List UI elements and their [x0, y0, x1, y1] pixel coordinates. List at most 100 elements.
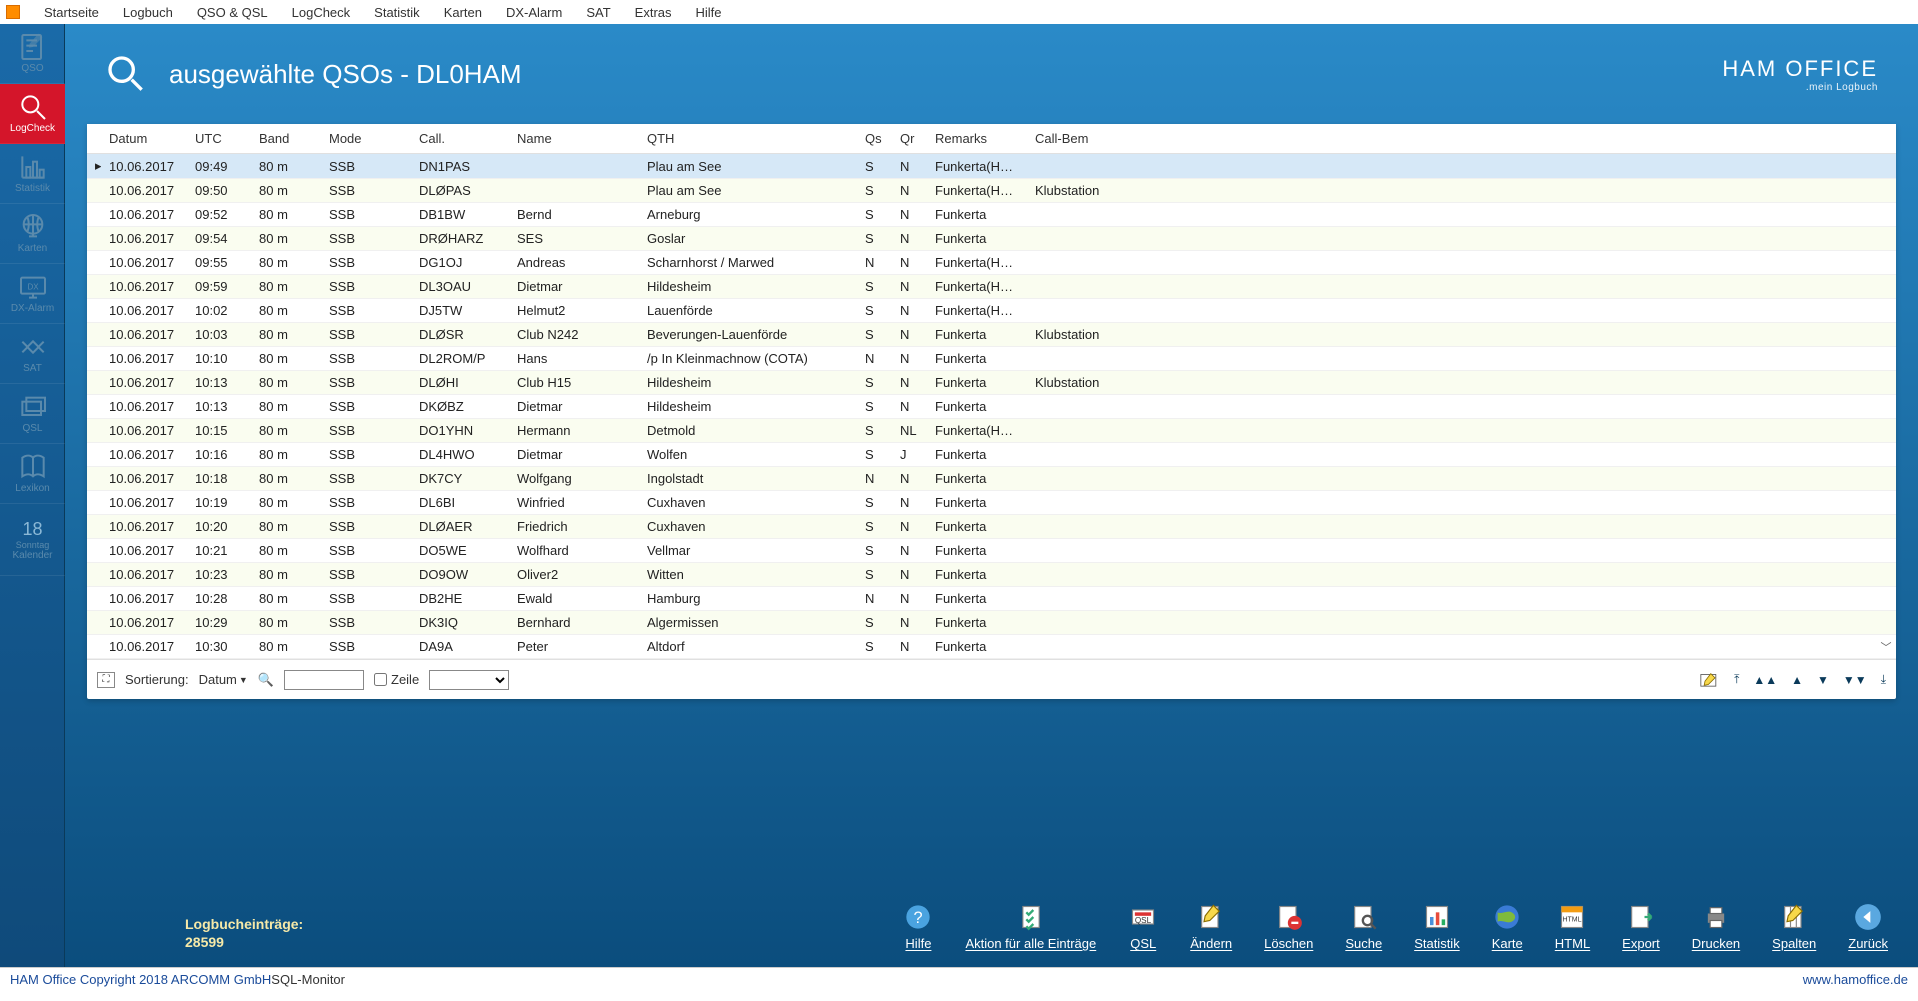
- sidebar-item-dxalarm[interactable]: DX DX-Alarm: [0, 264, 65, 324]
- table-row[interactable]: 10.06.201710:2380 mSSBDO9OWOliver2Witten…: [87, 563, 1896, 587]
- col-header[interactable]: UTC: [187, 124, 251, 154]
- action-icon: [1626, 902, 1656, 932]
- sidebar-item-qsl[interactable]: QSL: [0, 384, 65, 444]
- zeile-checkbox[interactable]: [374, 673, 387, 686]
- table-row[interactable]: 10.06.201710:0280 mSSBDJ5TWHelmut2Lauenf…: [87, 299, 1896, 323]
- col-header[interactable]: Call.: [411, 124, 509, 154]
- col-header[interactable]: Name: [509, 124, 639, 154]
- action-aktion-f-r-alle-eintr-ge[interactable]: Aktion für alle Einträge: [965, 902, 1096, 951]
- expand-button[interactable]: ⛶: [97, 672, 115, 688]
- sql-monitor[interactable]: SQL-Monitor: [271, 972, 345, 987]
- scroll-down-icon[interactable]: ﹀: [1878, 639, 1894, 655]
- sidebar-item-sat[interactable]: SAT: [0, 324, 65, 384]
- action-karte[interactable]: Karte: [1492, 902, 1523, 951]
- nav-pagedown-icon[interactable]: ▼▼: [1843, 673, 1867, 687]
- table-row[interactable]: 10.06.201710:0380 mSSBDLØSRClub N242Beve…: [87, 323, 1896, 347]
- col-header[interactable]: Qr: [892, 124, 927, 154]
- table-row[interactable]: 10.06.201710:2180 mSSBDO5WEWolfhardVellm…: [87, 539, 1896, 563]
- table-row[interactable]: 10.06.201710:3080 mSSBDA9APeterAltdorfSN…: [87, 635, 1896, 659]
- action-icon: [1701, 902, 1731, 932]
- edit-note-icon[interactable]: [1700, 672, 1720, 688]
- menu-item[interactable]: Startseite: [44, 5, 99, 20]
- table-row[interactable]: 10.06.201709:5080 mSSBDLØPASPlau am SeeS…: [87, 179, 1896, 203]
- sidebar-item-kalender[interactable]: 18 Sonntag Kalender: [0, 504, 65, 576]
- menu-item[interactable]: Extras: [635, 5, 672, 20]
- table-row[interactable]: 10.06.201710:1380 mSSBDKØBZDietmarHildes…: [87, 395, 1896, 419]
- sidebar-item-qso[interactable]: QSO: [0, 24, 65, 84]
- action-icon: [1853, 902, 1883, 932]
- sidebar-item-karten[interactable]: Karten: [0, 204, 65, 264]
- col-header[interactable]: Mode: [321, 124, 411, 154]
- qso-table: DatumUTCBandModeCall.NameQTHQsQrRemarksC…: [87, 124, 1896, 659]
- page-title: ausgewählte QSOs - DL0HAM: [169, 59, 522, 90]
- col-header[interactable]: Qs: [857, 124, 892, 154]
- svg-text:?: ?: [914, 909, 923, 927]
- table-row[interactable]: 10.06.201709:5280 mSSBDB1BWBerndArneburg…: [87, 203, 1896, 227]
- action-html[interactable]: HTMLHTML: [1555, 902, 1590, 951]
- home-icon[interactable]: [6, 5, 20, 19]
- menu-item[interactable]: Statistik: [374, 5, 420, 20]
- col-header[interactable]: [87, 124, 101, 154]
- table-row[interactable]: 10.06.201710:2080 mSSBDLØAERFriedrichCux…: [87, 515, 1896, 539]
- menu-item[interactable]: DX-Alarm: [506, 5, 562, 20]
- nav-first-icon[interactable]: ⤒: [1734, 672, 1739, 687]
- table-row[interactable]: 10.06.201710:1380 mSSBDLØHIClub H15Hilde…: [87, 371, 1896, 395]
- search-icon: [105, 53, 145, 96]
- table-row[interactable]: 10.06.201710:1680 mSSBDL4HWODietmarWolfe…: [87, 443, 1896, 467]
- menu-item[interactable]: SAT: [586, 5, 610, 20]
- action-statistik[interactable]: Statistik: [1414, 902, 1460, 951]
- search-icon[interactable]: 🔍: [258, 672, 274, 688]
- action-icon: [1779, 902, 1809, 932]
- action-qsl[interactable]: QSLQSL: [1128, 902, 1158, 951]
- nav-last-icon[interactable]: ⤓: [1881, 672, 1886, 687]
- col-header[interactable]: Datum: [101, 124, 187, 154]
- col-header[interactable]: Call-Bem: [1027, 124, 1896, 154]
- table-row[interactable]: 10.06.201710:2980 mSSBDK3IQBernhardAlger…: [87, 611, 1896, 635]
- table-row[interactable]: 10.06.201710:1880 mSSBDK7CYWolfgangIngol…: [87, 467, 1896, 491]
- action-export[interactable]: Export: [1622, 902, 1660, 951]
- website-link[interactable]: www.hamoffice.de: [1803, 972, 1908, 987]
- nav-up-icon[interactable]: ▲: [1791, 673, 1803, 687]
- action-drucken[interactable]: Drucken: [1692, 902, 1740, 951]
- table-row[interactable]: 10.06.201710:1080 mSSBDL2ROM/PHans/p In …: [87, 347, 1896, 371]
- table-row[interactable]: 10.06.201709:5580 mSSBDG1OJAndreasScharn…: [87, 251, 1896, 275]
- sort-field-combo[interactable]: Datum ▼: [199, 672, 248, 687]
- search-input[interactable]: [284, 670, 364, 690]
- action-icon: HTML: [1557, 902, 1587, 932]
- menubar: Startseite Logbuch QSO & QSL LogCheck St…: [0, 0, 1918, 24]
- menu-item[interactable]: Logbuch: [123, 5, 173, 20]
- nav-down-icon[interactable]: ▼: [1817, 673, 1829, 687]
- cards-icon: [17, 393, 49, 421]
- menu-item[interactable]: Karten: [444, 5, 482, 20]
- table-row[interactable]: 10.06.201710:1980 mSSBDL6BIWinfriedCuxha…: [87, 491, 1896, 515]
- table-toolbar: ⛶ Sortierung: Datum ▼ 🔍 Zeile ⤒ ▲▲ ▲ ▼ ▼…: [87, 659, 1896, 699]
- action-icon: [1016, 902, 1046, 932]
- table-row[interactable]: 10.06.201709:5480 mSSBDRØHARZSESGoslarSN…: [87, 227, 1896, 251]
- sidebar-item-statistik[interactable]: Statistik: [0, 144, 65, 204]
- menu-item[interactable]: LogCheck: [292, 5, 351, 20]
- action-hilfe[interactable]: ?Hilfe: [903, 902, 933, 951]
- action-zur-ck[interactable]: Zurück: [1848, 902, 1888, 951]
- sidebar-item-logcheck[interactable]: LogCheck: [0, 84, 65, 144]
- action-l-schen[interactable]: Löschen: [1264, 902, 1313, 951]
- col-header[interactable]: QTH: [639, 124, 857, 154]
- col-header[interactable]: Remarks: [927, 124, 1027, 154]
- sidebar: QSO LogCheck Statistik Karten DX DX-Alar…: [0, 24, 65, 967]
- nav-pageup-icon[interactable]: ▲▲: [1753, 673, 1777, 687]
- copyright: HAM Office Copyright 2018 ARCOMM GmbH: [10, 972, 271, 987]
- filter-combo[interactable]: [429, 670, 509, 690]
- menu-item[interactable]: Hilfe: [696, 5, 722, 20]
- svg-text:QSL: QSL: [1135, 916, 1152, 925]
- table-row[interactable]: 10.06.201710:1580 mSSBDO1YHNHermannDetmo…: [87, 419, 1896, 443]
- sidebar-item-lexikon[interactable]: Lexikon: [0, 444, 65, 504]
- table-row[interactable]: 10.06.201709:5980 mSSBDL3OAUDietmarHilde…: [87, 275, 1896, 299]
- table-row[interactable]: ▸10.06.201709:4980 mSSBDN1PASPlau am See…: [87, 154, 1896, 179]
- action-suche[interactable]: Suche: [1345, 902, 1382, 951]
- log-count: Logbucheinträge: 28599: [185, 915, 303, 951]
- action-spalten[interactable]: Spalten: [1772, 902, 1816, 951]
- menu-item[interactable]: QSO & QSL: [197, 5, 268, 20]
- col-header[interactable]: Band: [251, 124, 321, 154]
- table-row[interactable]: 10.06.201710:2880 mSSBDB2HEEwaldHamburgN…: [87, 587, 1896, 611]
- action--ndern[interactable]: Ändern: [1190, 902, 1232, 951]
- action-icon: ?: [903, 902, 933, 932]
